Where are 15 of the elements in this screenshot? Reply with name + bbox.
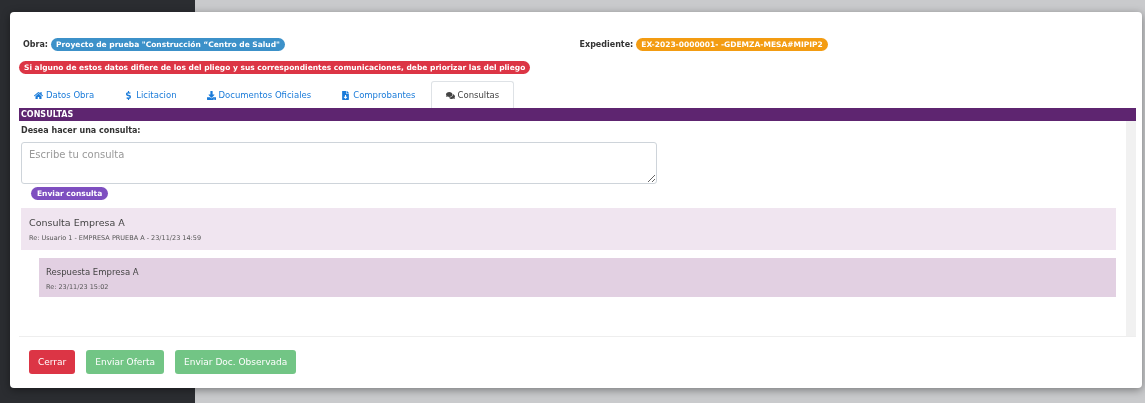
download-icon xyxy=(206,90,216,100)
obra-label: Obra: xyxy=(23,39,49,49)
consulta-input-field[interactable]: Escribe tu consulta xyxy=(21,142,657,184)
chat-bubbles-icon xyxy=(445,90,455,100)
dollar-icon xyxy=(124,90,134,100)
file-icon xyxy=(341,90,351,100)
footer-button[interactable]: Cerrar xyxy=(29,350,76,374)
section-header: CONSULTAS xyxy=(19,108,1136,121)
home-icon xyxy=(34,90,43,100)
message-title: Respuesta Empresa A xyxy=(46,267,140,277)
message-title: Consulta Empresa A xyxy=(29,217,126,228)
scrollbar[interactable] xyxy=(1126,121,1136,336)
tab[interactable]: Consultas xyxy=(430,81,515,108)
expediente-label: Expediente: xyxy=(579,39,634,49)
form-label: Desea hacer una consulta: xyxy=(21,126,142,135)
